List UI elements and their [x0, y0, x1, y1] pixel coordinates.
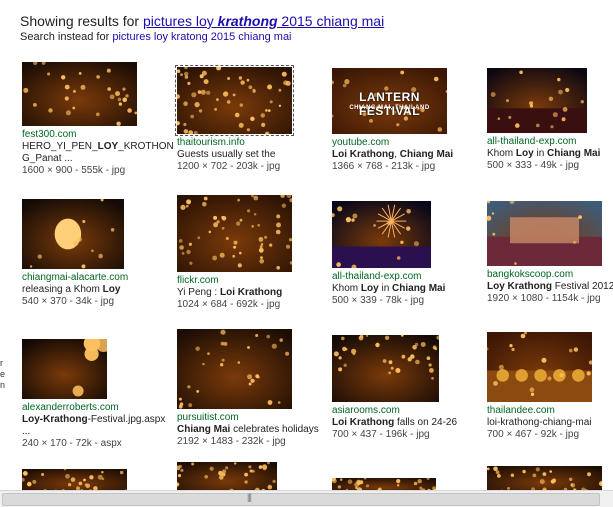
result-thumbnail[interactable]	[487, 201, 602, 266]
horizontal-scrollbar[interactable]: |||	[0, 490, 613, 507]
result-source[interactable]: bangkokscoop.com	[487, 269, 613, 281]
result-description: Loy Krathong Festival 2012	[487, 281, 613, 292]
result-source[interactable]: all-thailand-exp.com	[332, 271, 482, 283]
image-result[interactable]: chiangmai-alacarte.com releasing a Khom L…	[22, 199, 172, 308]
result-thumbnail[interactable]	[487, 68, 587, 133]
result-meta: 1024 × 684 - 692k - jpg	[177, 299, 281, 310]
result-thumbnail[interactable]: LANTERN FESTIVAL CHIANG MAI, THAILAND	[332, 68, 447, 134]
image-result[interactable]: all-thailand-exp.com Khom Loy in Chiang M…	[487, 68, 613, 172]
result-description: Khom Loy in Chiang Mai	[332, 283, 446, 294]
result-description: Khom Loy in Chiang Mai	[487, 148, 601, 159]
results-header: Showing results for pictures loy krathon…	[20, 12, 610, 43]
result-thumbnail[interactable]	[175, 65, 294, 136]
result-thumbnail[interactable]	[177, 195, 292, 272]
result-description: Yi Peng : Loi Krathong	[177, 287, 283, 298]
result-source[interactable]: fest300.com	[22, 129, 172, 141]
result-description: Loi Krathong, Chiang Mai	[332, 149, 454, 160]
instead-prefix: Search instead for	[20, 31, 113, 43]
result-thumbnail[interactable]	[332, 335, 439, 402]
image-result[interactable]: bangkokscoop.com Loy Krathong Festival 20…	[487, 201, 613, 305]
result-thumbnail[interactable]	[487, 332, 592, 402]
result-meta: 1600 × 900 - 555k - jpg	[22, 165, 126, 176]
result-source[interactable]: asiarooms.com	[332, 405, 482, 417]
banner-subtitle: CHIANG MAI, THAILAND	[349, 105, 430, 111]
corrected-query-link[interactable]: pictures loy krathong 2015 chiang mai	[143, 13, 384, 29]
image-result[interactable]: flickr.com Yi Peng : Loi Krathong 1024 × 6…	[177, 195, 327, 311]
result-description-cont: G_Panat ...	[22, 153, 73, 164]
result-meta: 700 × 437 - 196k - jpg	[332, 429, 430, 440]
image-result[interactable]: LANTERN FESTIVAL CHIANG MAI, THAILAND yout…	[332, 68, 482, 173]
result-thumbnail[interactable]	[332, 201, 431, 268]
result-thumbnail[interactable]	[22, 62, 137, 126]
result-thumbnail[interactable]	[177, 329, 292, 409]
banner-title: LANTERN FESTIVAL	[358, 90, 421, 118]
image-result[interactable]: fest300.com HERO_YI_PEN_LOY_KROTHON G_Pana…	[22, 62, 174, 177]
original-query-link[interactable]: pictures loy kratong 2015 chiang mai	[112, 31, 291, 43]
result-description: Loi Krathong falls on 24-26	[332, 417, 458, 428]
result-description: Guests usually set the	[177, 149, 276, 160]
result-source[interactable]: all-thailand-exp.com	[487, 136, 613, 148]
scrollbar-thumb[interactable]: |||	[2, 492, 600, 506]
edge-text: ren	[0, 358, 6, 390]
result-source[interactable]: pursuitist.com	[177, 412, 327, 424]
result-meta: 700 × 467 - 92k - jpg	[487, 429, 580, 440]
result-source[interactable]: youtube.com	[332, 137, 482, 149]
result-meta: 540 × 370 - 34k - jpg	[22, 296, 115, 307]
search-instead-line: Search instead for pictures loy kratong …	[20, 31, 610, 43]
image-result[interactable]: thaitourism.info Guests usually set the 12…	[175, 65, 327, 173]
result-description: releasing a Khom Loy	[22, 284, 121, 295]
image-result[interactable]: alexanderroberts.com Loy-Krathong-Festiva…	[22, 339, 172, 450]
result-source[interactable]: thailandee.com	[487, 405, 613, 417]
result-meta: 2192 × 1483 - 232k - jpg	[177, 436, 286, 447]
result-source[interactable]: chiangmai-alacarte.com	[22, 272, 172, 284]
result-description: loi-krathong-chiang-mai	[487, 417, 592, 428]
result-description: HERO_YI_PEN_LOY_KROTHON	[22, 141, 174, 152]
image-result[interactable]: asiarooms.com Loi Krathong falls on 24-26…	[332, 335, 482, 441]
result-description: Loy-Krathong-Festival.jpg.aspx ...	[22, 414, 166, 437]
showing-results-line: Showing results for pictures loy krathon…	[20, 12, 610, 30]
result-meta: 1920 × 1080 - 1154k - jpg	[487, 293, 601, 304]
result-meta: 500 × 339 - 78k - jpg	[332, 295, 425, 306]
result-description: Chiang Mai celebrates holidays	[177, 424, 319, 435]
image-result[interactable]: pursuitist.com Chiang Mai celebrates holi…	[177, 329, 327, 448]
image-result[interactable]: thailandee.com loi-krathong-chiang-mai 700…	[487, 332, 613, 441]
result-meta: 500 × 333 - 49k - jpg	[487, 160, 580, 171]
result-source[interactable]: flickr.com	[177, 275, 327, 287]
result-meta: 1366 × 768 - 213k - jpg	[332, 161, 436, 172]
result-source[interactable]: alexanderroberts.com	[22, 402, 172, 414]
result-meta: 240 × 170 - 72k - aspx	[22, 438, 122, 449]
scrollbar-grip-icon: |||	[247, 492, 252, 502]
result-thumbnail[interactable]	[22, 199, 124, 269]
image-result[interactable]: all-thailand-exp.com Khom Loy in Chiang M…	[332, 201, 482, 307]
result-meta: 1200 × 702 - 203k - jpg	[177, 161, 281, 172]
showing-prefix: Showing results for	[20, 13, 143, 29]
result-source[interactable]: thaitourism.info	[177, 137, 327, 149]
result-thumbnail[interactable]	[22, 339, 107, 399]
